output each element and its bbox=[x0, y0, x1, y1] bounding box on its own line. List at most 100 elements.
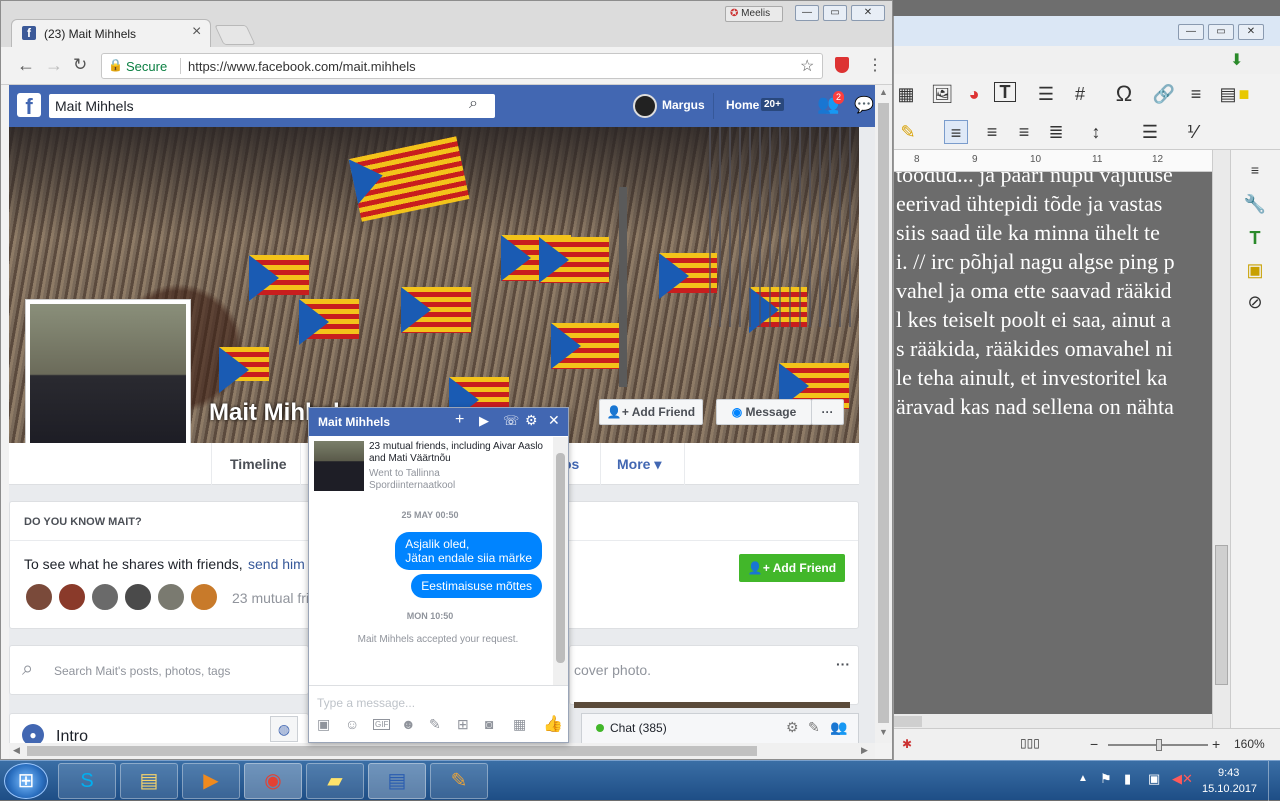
chat-close-icon[interactable]: ✕ bbox=[548, 412, 560, 429]
profile-picture[interactable] bbox=[25, 299, 191, 465]
document-area[interactable]: toodud... ja paari nupu vajutuse eerivad… bbox=[894, 172, 1212, 728]
address-bar[interactable]: 🔒 Secure https://www.facebook.com/mait.m… bbox=[101, 53, 823, 79]
lo-close-button[interactable]: ✕ bbox=[1238, 24, 1264, 40]
tab-close-icon[interactable]: × bbox=[192, 23, 201, 41]
numbering-icon[interactable]: ⅟ bbox=[1180, 120, 1204, 144]
mutual-friend-avatar[interactable] bbox=[123, 582, 153, 612]
justify-icon[interactable]: ≣ bbox=[1044, 120, 1068, 144]
back-icon[interactable]: ← bbox=[17, 55, 35, 76]
sticky-notes-taskbar-icon[interactable]: ▰ bbox=[306, 763, 364, 799]
more-options-button[interactable]: ··· bbox=[811, 399, 844, 425]
add-friend-button-green[interactable]: 👤+ Add Friend bbox=[739, 554, 845, 582]
image-icon[interactable]: 🖼 bbox=[930, 82, 954, 106]
url-text[interactable]: https://www.facebook.com/mait.mihhels bbox=[188, 59, 416, 74]
shield-extension-icon[interactable] bbox=[835, 57, 849, 73]
mutual-friend-avatar[interactable] bbox=[57, 582, 87, 612]
mutual-friend-avatar[interactable] bbox=[156, 582, 186, 612]
special-character-icon[interactable]: Ω bbox=[1112, 82, 1136, 106]
chart-icon[interactable]: ◕ bbox=[962, 82, 986, 106]
mutual-friend-avatar[interactable] bbox=[189, 582, 219, 612]
add-friend-button[interactable]: 👤+ Add Friend bbox=[599, 399, 703, 425]
facebook-logo-icon[interactable]: f bbox=[17, 93, 41, 119]
paint-taskbar-icon[interactable]: ✎ bbox=[430, 763, 488, 799]
cover-thumbnail[interactable] bbox=[574, 702, 850, 708]
footnote-icon[interactable]: ≡ bbox=[1184, 82, 1208, 106]
chat-compose-icon[interactable]: ✎ bbox=[808, 719, 820, 736]
chrome-minimize-button[interactable]: — bbox=[795, 5, 819, 21]
download-icon[interactable]: ⬇ bbox=[1230, 50, 1250, 69]
mutual-friends-text[interactable]: 23 mutual fri bbox=[232, 590, 309, 606]
globe-icon[interactable]: ◍ bbox=[270, 716, 298, 742]
clock-date[interactable]: 15.10.2017 bbox=[1202, 783, 1257, 795]
line-spacing-icon[interactable]: ↕ bbox=[1084, 120, 1108, 144]
device-icon[interactable]: ▮ bbox=[1124, 771, 1131, 787]
scroll-down-arrow[interactable]: ▼ bbox=[879, 727, 888, 737]
reload-icon[interactable]: ↻ bbox=[73, 55, 87, 75]
post-options-icon[interactable]: ··· bbox=[836, 656, 850, 672]
clock-time[interactable]: 9:43 bbox=[1218, 767, 1239, 779]
camera-icon[interactable]: ◙ bbox=[485, 716, 493, 732]
tab-more[interactable]: More ▾ bbox=[601, 443, 685, 485]
network-icon[interactable]: ▣ bbox=[1148, 771, 1160, 787]
page-vertical-scrollbar[interactable]: ▲ ▼ bbox=[875, 85, 892, 743]
facebook-search-input[interactable]: Mait Mihhels ⌕ bbox=[49, 94, 495, 118]
search-posts-input[interactable]: Search Mait's posts, photos, tags bbox=[54, 664, 230, 678]
chat-phone-icon[interactable]: ☏ bbox=[503, 413, 519, 429]
browser-tab[interactable]: f (23) Mait Mihhels × bbox=[11, 19, 211, 47]
table-icon[interactable]: ▦ bbox=[894, 82, 918, 106]
scroll-left-arrow[interactable]: ◀ bbox=[13, 745, 20, 756]
chat-message-input[interactable]: Type a message... bbox=[317, 696, 415, 710]
bookmark-star-icon[interactable]: ☆ bbox=[800, 56, 814, 76]
zoom-level[interactable]: 160% bbox=[1234, 737, 1265, 751]
field-icon[interactable]: # bbox=[1068, 82, 1092, 106]
textbox-icon[interactable]: T bbox=[994, 82, 1016, 102]
chrome-restore-button[interactable]: ▭ bbox=[823, 5, 847, 21]
align-left-icon[interactable]: ≡ bbox=[944, 120, 968, 144]
chrome-menu-icon[interactable]: ⋮ bbox=[867, 55, 883, 75]
lo-maximize-button[interactable]: ▭ bbox=[1208, 24, 1234, 40]
writer-taskbar-icon[interactable]: ▤ bbox=[368, 763, 426, 799]
chat-settings-icon[interactable]: ⚙ bbox=[786, 719, 799, 736]
scroll-thumb[interactable] bbox=[894, 716, 922, 727]
send-request-link[interactable]: send him bbox=[248, 556, 305, 572]
mutual-friend-avatar[interactable] bbox=[24, 582, 54, 612]
show-hidden-icons[interactable]: ▲ bbox=[1078, 773, 1088, 784]
chat-sidebar-bar[interactable]: Chat (385) ⚙ ✎ 👥 bbox=[581, 713, 859, 743]
attachment-icon[interactable]: ✎ bbox=[429, 716, 441, 733]
action-center-icon[interactable]: ⚑ bbox=[1100, 771, 1112, 787]
profile-badge[interactable]: ✪ Meelis bbox=[725, 6, 783, 22]
media-player-taskbar-icon[interactable]: ▶ bbox=[182, 763, 240, 799]
highlight-icon[interactable]: ✎ bbox=[896, 120, 920, 144]
chat-header[interactable]: Mait Mihhels + ▶ ☏ ⚙ ✕ bbox=[309, 408, 568, 436]
skype-taskbar-icon[interactable]: S bbox=[58, 763, 116, 799]
game-icon[interactable]: ⊞ bbox=[457, 716, 469, 733]
chrome-close-button[interactable]: ✕ bbox=[851, 5, 885, 21]
hyperlink-icon[interactable]: 🔗 bbox=[1152, 82, 1176, 106]
start-button[interactable]: ⊞ bbox=[4, 763, 48, 799]
explorer-taskbar-icon[interactable]: ▤ bbox=[120, 763, 178, 799]
messenger-icon[interactable]: 💬 bbox=[854, 95, 874, 115]
scroll-thumb[interactable] bbox=[1215, 545, 1228, 685]
chat-title[interactable]: Mait Mihhels bbox=[318, 415, 390, 429]
chat-message-bubble[interactable]: Asjalik oled, Jätan endale siia märke bbox=[395, 532, 542, 570]
navigator-icon[interactable]: ⊘ bbox=[1243, 290, 1267, 314]
tab-timeline[interactable]: Timeline bbox=[211, 443, 301, 485]
sticker-icon[interactable]: ☺ bbox=[345, 716, 359, 732]
chrome-taskbar-icon[interactable]: ◉ bbox=[244, 763, 302, 799]
zoom-out-icon[interactable]: − bbox=[1090, 736, 1098, 752]
chat-settings-icon[interactable]: ⚙ bbox=[525, 412, 538, 429]
scroll-right-arrow[interactable]: ▶ bbox=[861, 745, 868, 756]
sticky-note-icon[interactable]: ■ bbox=[1232, 82, 1256, 106]
gallery-icon[interactable]: ▣ bbox=[1243, 258, 1267, 282]
chat-group-icon[interactable]: 👥 bbox=[830, 719, 847, 736]
align-right-icon[interactable]: ≡ bbox=[1012, 120, 1036, 144]
chat-add-people-icon[interactable]: + bbox=[455, 411, 464, 429]
sidebar-menu-icon[interactable]: ≡ bbox=[1243, 158, 1267, 182]
properties-icon[interactable]: 🔧 bbox=[1243, 192, 1267, 216]
user-name[interactable]: Margus bbox=[662, 98, 705, 112]
message-button[interactable]: ◉ Message bbox=[716, 399, 812, 425]
user-avatar[interactable] bbox=[633, 94, 657, 118]
like-icon[interactable]: 👍 bbox=[543, 714, 563, 734]
chat-contact-photo[interactable] bbox=[314, 441, 364, 491]
styles-icon[interactable]: T bbox=[1243, 226, 1267, 250]
